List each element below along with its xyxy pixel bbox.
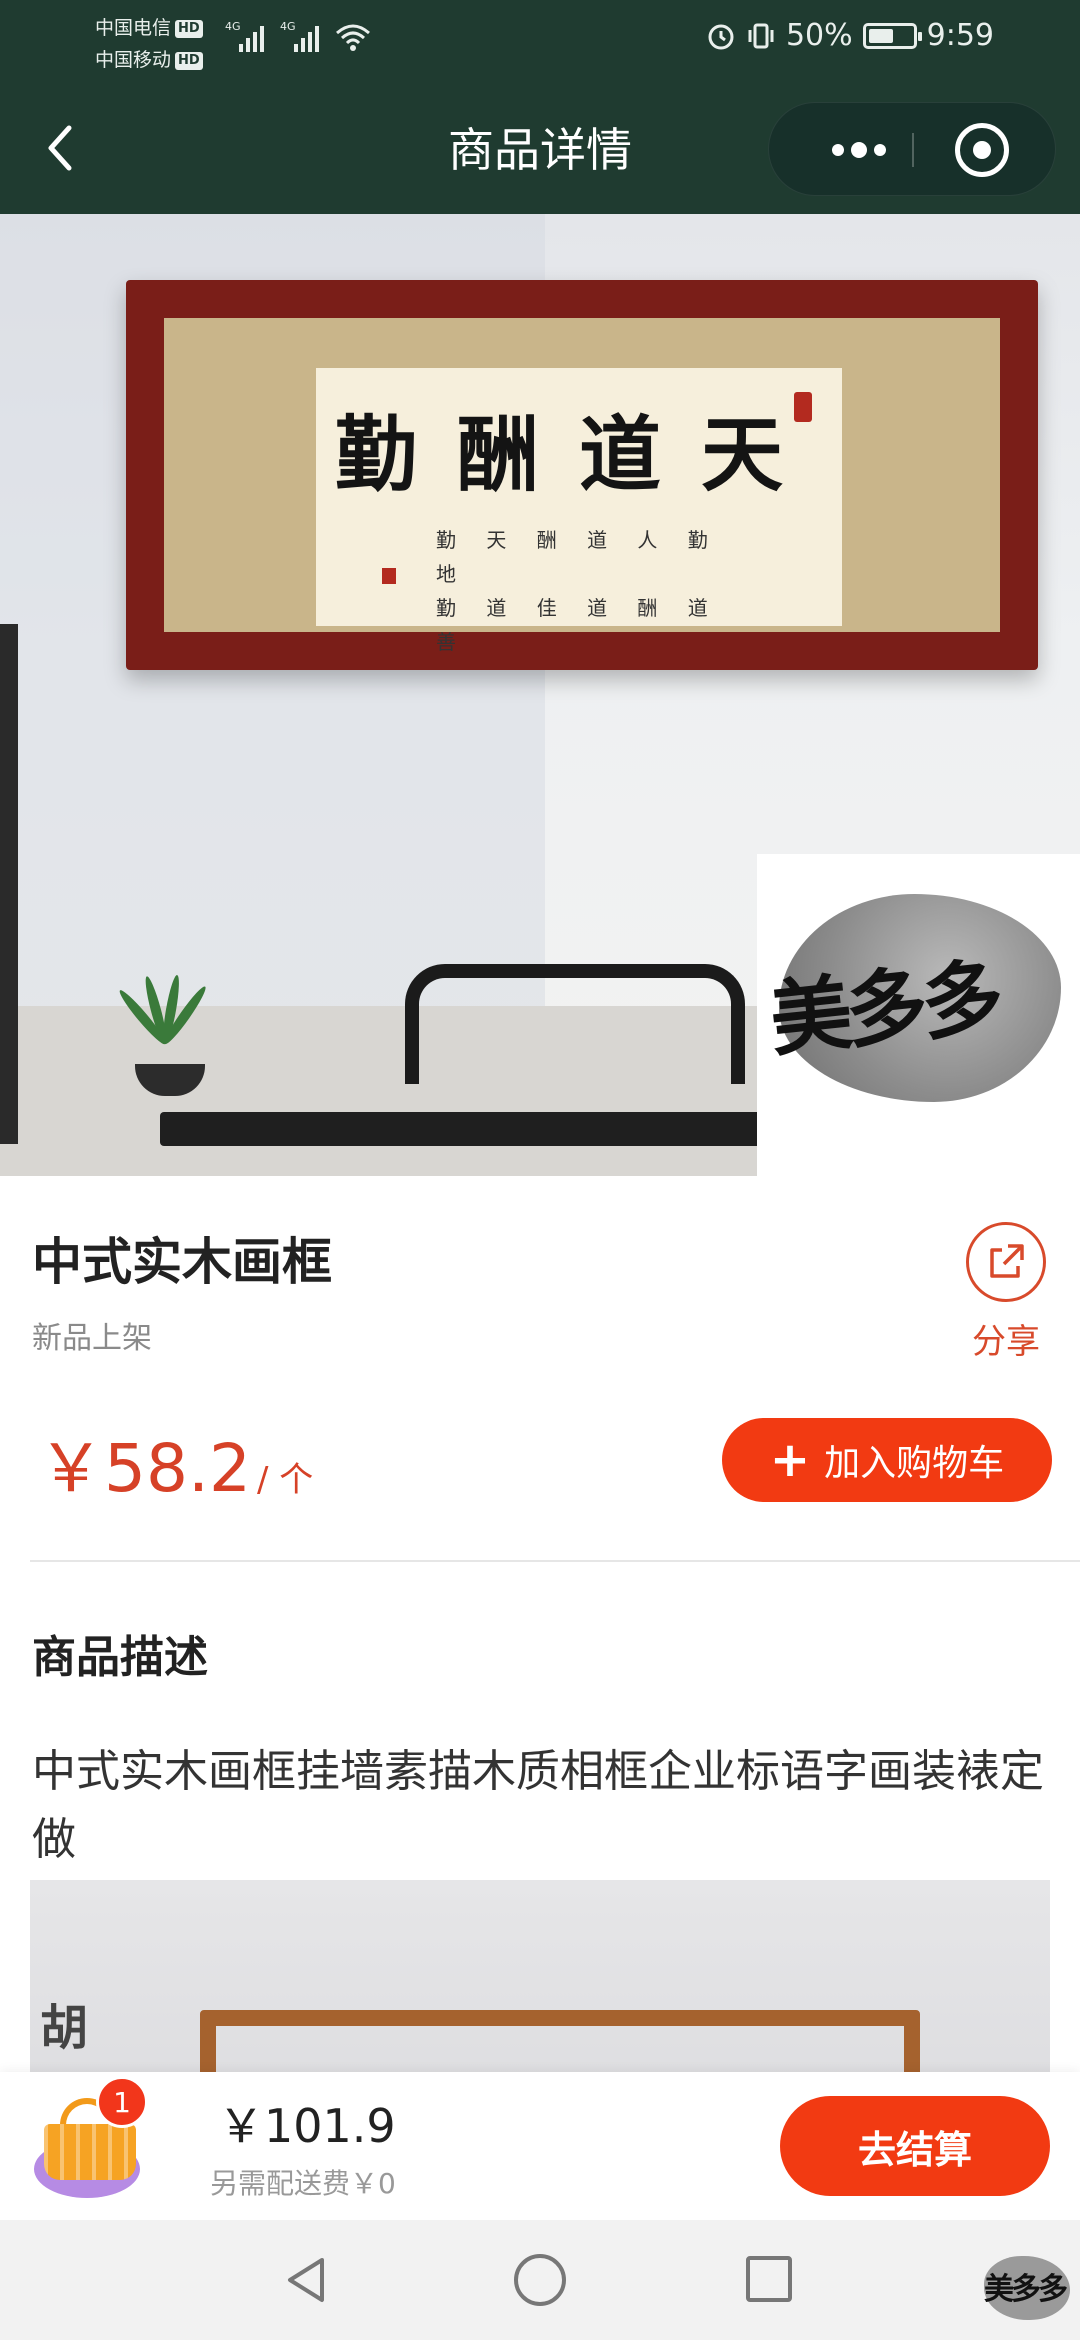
product-image[interactable]: 天道酬勤 勤 天 酬 道 人 勤 地 勤 道 佳 道 酬 道 善 美多多 <box>0 214 1080 1176</box>
product-name: 中式实木画框 <box>32 1233 332 1291</box>
checkout-button[interactable]: 去结算 <box>780 2096 1050 2196</box>
picture-frame: 天道酬勤 勤 天 酬 道 人 勤 地 勤 道 佳 道 酬 道 善 <box>126 280 1038 670</box>
calligraphy-inscription: 勤 天 酬 道 人 勤 地 勤 道 佳 道 酬 道 善 <box>436 528 720 654</box>
status-bar: 中国电信 HD 中国移动 HD 4G 4G 50% 9:59 <box>0 0 1080 84</box>
carrier-1: 中国电信 <box>95 17 172 39</box>
system-nav-bar: 美多多 <box>0 2220 1080 2340</box>
calligraphy-paper: 天道酬勤 勤 天 酬 道 人 勤 地 勤 道 佳 道 酬 道 善 <box>316 368 842 654</box>
nav-back-icon[interactable] <box>280 2252 336 2308</box>
top-bar: 中国电信 HD 中国移动 HD 4G 4G 50% 9:59 商品详情 <box>0 0 1080 214</box>
shipping-fee: 另需配送费￥0 <box>210 2167 396 2200</box>
cart-total: ￥101.9 <box>218 2099 396 2153</box>
bookshelf <box>0 624 18 1144</box>
price-unit: / 个 <box>256 1460 314 1500</box>
network-type-label: 4G <box>225 20 241 33</box>
red-seal-small <box>382 568 396 584</box>
more-dots-icon <box>832 144 844 156</box>
red-seal <box>794 392 812 422</box>
product-tag: 新品上架 <box>32 1321 152 1356</box>
price-value: ￥58.2 <box>38 1430 251 1507</box>
signal-icon: 4G <box>225 20 264 52</box>
basket-icon <box>44 2124 136 2180</box>
more-button[interactable] <box>809 103 909 197</box>
nav-recent-icon[interactable] <box>746 2256 792 2302</box>
chair <box>405 964 745 1084</box>
mini-program-capsule <box>768 102 1056 196</box>
hd-badge-2: HD <box>175 51 203 70</box>
signal-icon-2: 4G <box>280 20 319 52</box>
share-icon <box>966 1222 1046 1302</box>
description-image-char: 胡 <box>40 2000 89 2056</box>
add-to-cart-label: 加入购物车 <box>824 1443 1005 1484</box>
nav-home-icon[interactable] <box>514 2254 566 2306</box>
battery-icon <box>862 22 922 49</box>
battery-percent: 50% <box>785 18 853 53</box>
capsule-divider <box>912 133 914 167</box>
carrier-2: 中国移动 <box>95 49 172 71</box>
status-right: 50% 9:59 <box>706 18 994 53</box>
watermark-logo-text: 美多多 <box>765 949 1003 1069</box>
wifi-icon <box>336 24 370 51</box>
nav-logo: 美多多 <box>984 2250 1070 2320</box>
plant <box>116 974 210 1096</box>
plus-icon: + <box>769 1432 811 1488</box>
cart-bar: 1 ￥101.9 另需配送费￥0 去结算 <box>0 2072 1080 2220</box>
product-price: ￥58.2/ 个 <box>38 1424 313 1531</box>
divider <box>30 1560 1080 1562</box>
share-button[interactable]: 分享 <box>956 1218 1056 1368</box>
calligraphy-text: 天道酬勤 <box>334 407 823 503</box>
share-label: 分享 <box>972 1322 1040 1362</box>
vibrate-icon <box>748 23 774 48</box>
desk <box>160 1112 820 1146</box>
description-heading: 商品描述 <box>32 1632 208 1683</box>
carrier-info: 中国电信 HD 中国移动 HD <box>95 12 203 76</box>
hd-badge-1: HD <box>175 19 203 38</box>
watermark-logo: 美多多 <box>757 854 1080 1176</box>
cart-count-badge: 1 <box>96 2076 148 2128</box>
network-type-label-2: 4G <box>280 20 296 33</box>
clock: 9:59 <box>926 18 994 53</box>
close-target-icon[interactable] <box>955 123 1009 177</box>
description-body: 中式实木画框挂墙素描木质相框企业标语字画装裱定做 <box>32 1746 1044 1865</box>
nav-logo-text: 美多多 <box>984 2272 1068 2307</box>
signal-icons: 4G 4G <box>225 20 371 52</box>
alarm-icon <box>708 24 734 49</box>
add-to-cart-button[interactable]: + 加入购物车 <box>722 1418 1052 1502</box>
